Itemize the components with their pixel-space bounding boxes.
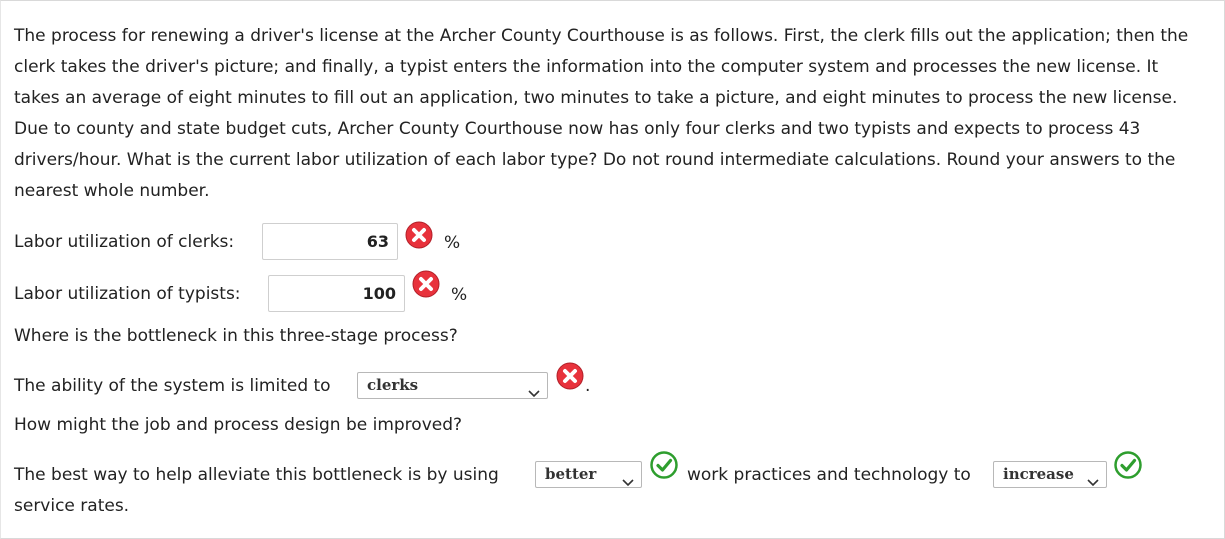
practices-dropdown[interactable]: better — [535, 461, 642, 488]
typists-unit: % — [451, 285, 468, 305]
check-circle-icon — [650, 451, 678, 479]
question-text: The process for renewing a driver's lice… — [14, 26, 1189, 201]
x-circle-icon — [405, 221, 433, 249]
improve-prefix: The best way to help alleviate this bott… — [14, 465, 499, 485]
rates-dropdown[interactable]: increase — [993, 461, 1107, 488]
improve-suffix: service rates. — [14, 496, 130, 516]
rates-selected-value: increase — [1003, 465, 1074, 483]
clerks-utilization-input[interactable]: 63 — [262, 223, 398, 260]
improve-question: How might the job and process design be … — [14, 415, 463, 435]
bottleneck-prefix: The ability of the system is limited to — [14, 376, 331, 396]
chevron-down-icon — [622, 470, 634, 487]
bottleneck-selected-value: clerks — [367, 376, 419, 394]
bottleneck-suffix: . — [585, 376, 591, 396]
practices-selected-value: better — [545, 465, 597, 483]
bottleneck-dropdown[interactable]: clerks — [357, 372, 548, 399]
x-circle-icon — [556, 362, 584, 390]
clerks-label: Labor utilization of clerks: — [14, 232, 235, 252]
chevron-down-icon — [1087, 470, 1099, 487]
bottleneck-question: Where is the bottleneck in this three-st… — [14, 326, 458, 346]
x-circle-icon — [412, 270, 440, 298]
improve-middle: work practices and technology to — [687, 465, 971, 485]
typists-label: Labor utilization of typists: — [14, 284, 241, 304]
check-circle-icon — [1114, 451, 1142, 479]
typists-utilization-input[interactable]: 100 — [268, 275, 405, 312]
chevron-down-icon — [528, 381, 540, 398]
clerks-unit: % — [444, 233, 461, 253]
